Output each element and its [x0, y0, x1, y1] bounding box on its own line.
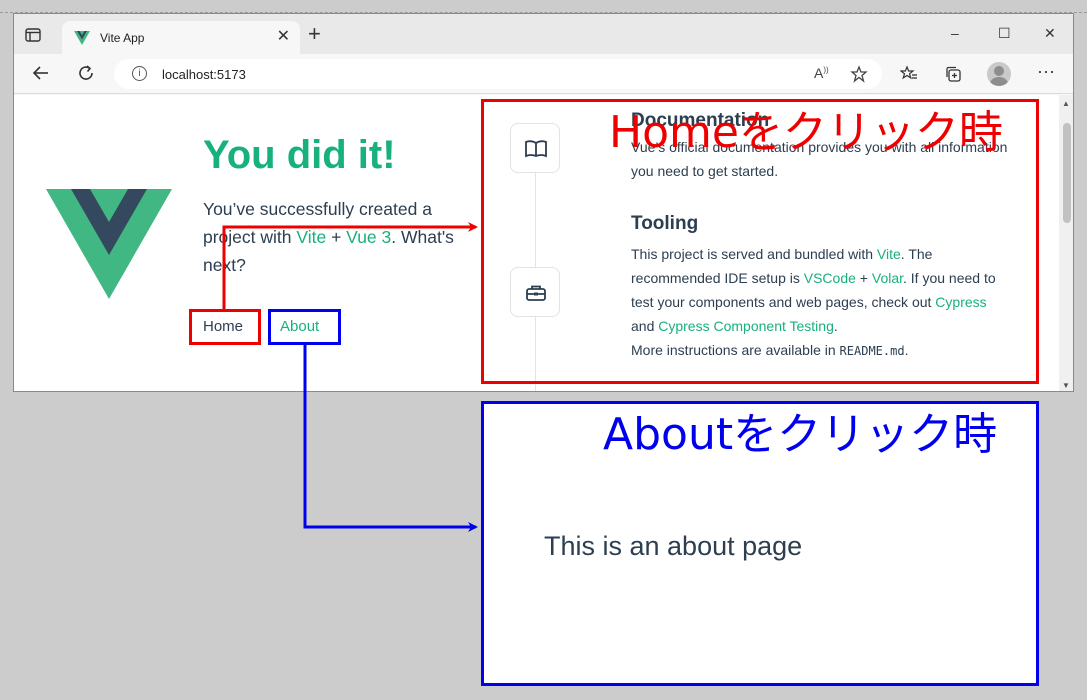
annotation-arrows: [222, 222, 478, 532]
home-arrow: [222, 222, 478, 309]
about-arrow: [303, 345, 478, 532]
